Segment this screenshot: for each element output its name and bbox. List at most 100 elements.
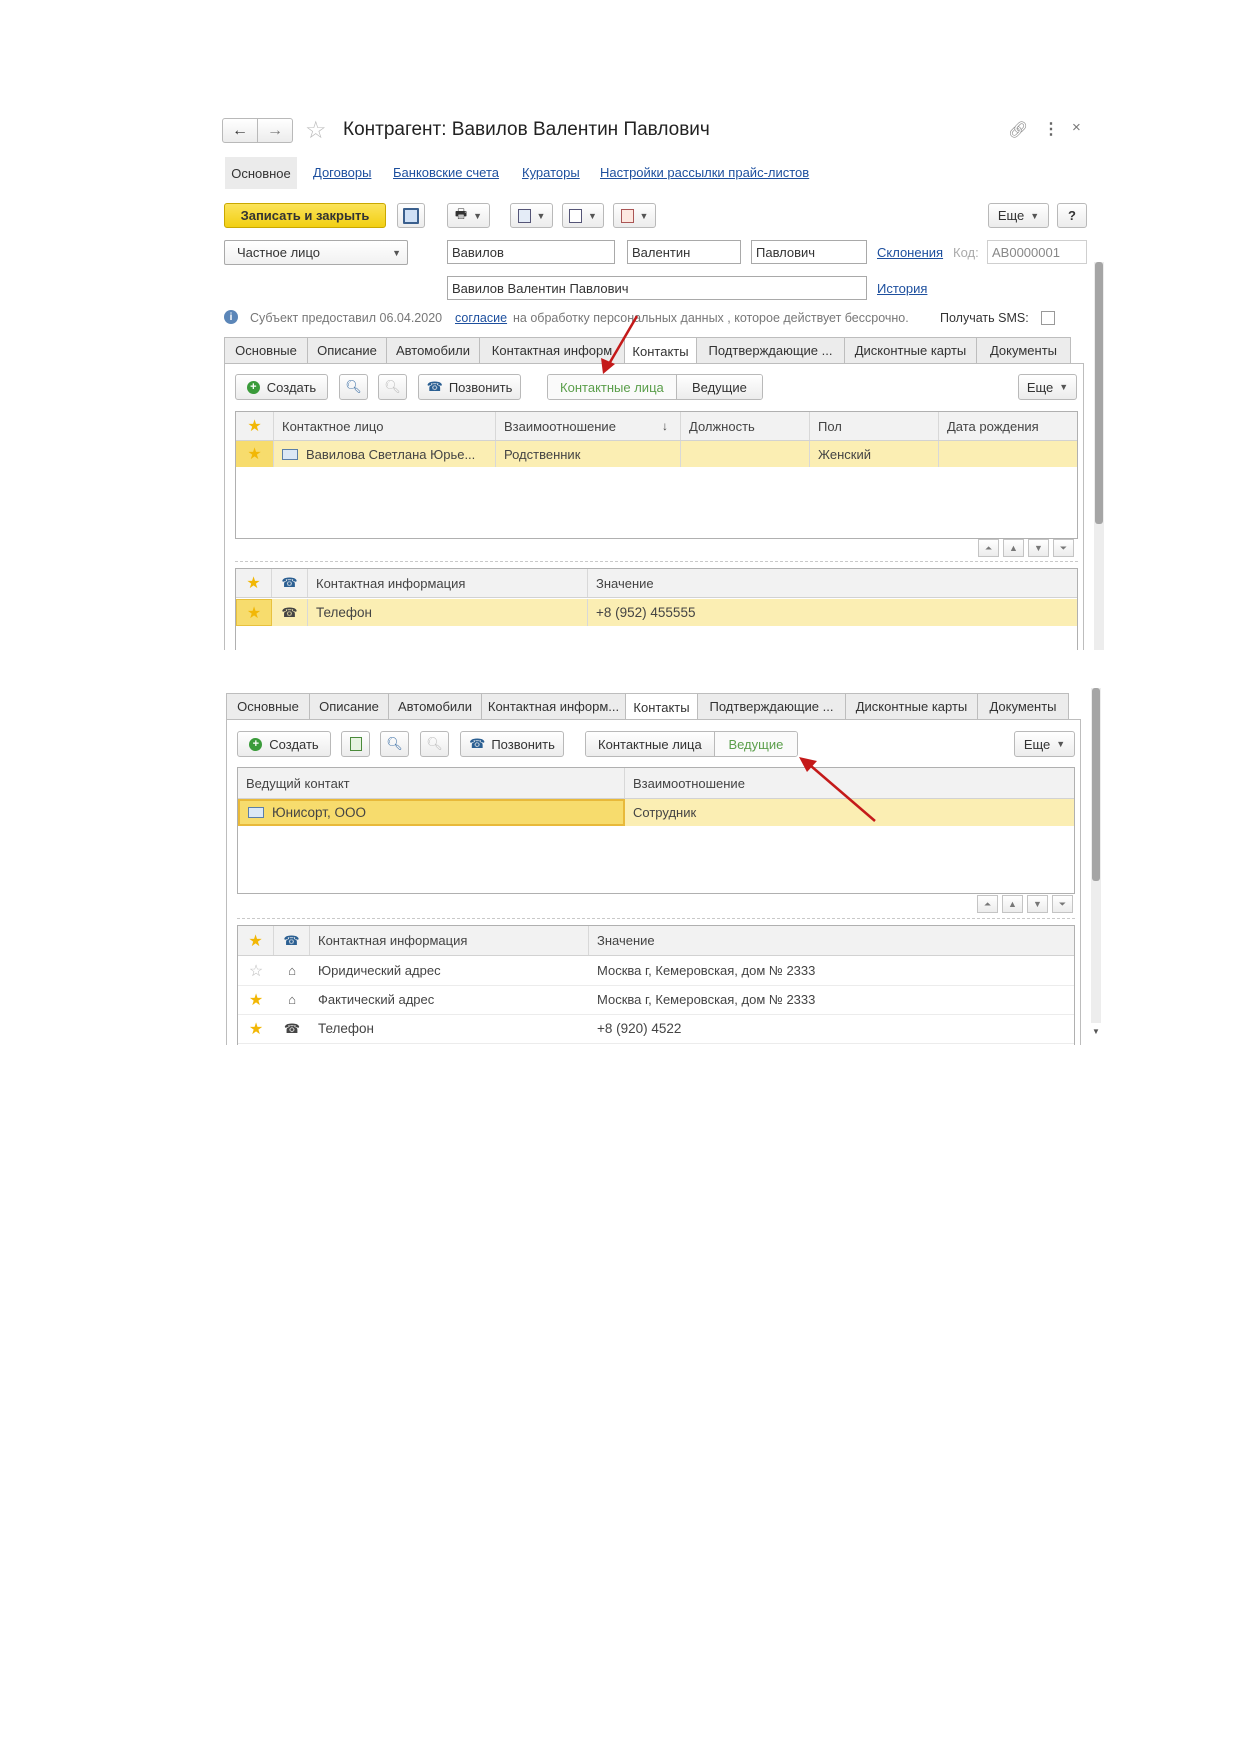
tab-cars[interactable]: Автомобили (388, 693, 482, 719)
table-row[interactable]: ★ Вавилова Светлана Юрье... Родственник … (236, 441, 1077, 467)
save-and-close-button[interactable]: Записать и закрыть (224, 203, 386, 228)
tab-main[interactable]: Основные (226, 693, 310, 719)
col-contact-person[interactable]: Контактное лицо (274, 412, 496, 440)
sort-down-icon: ↓ (662, 419, 668, 433)
copy-button[interactable] (341, 731, 370, 757)
code-field[interactable]: АВ0000001 (987, 240, 1087, 264)
nav-item-main[interactable]: Основное (225, 157, 297, 189)
more-button[interactable]: Еще ▼ (988, 203, 1049, 228)
search-button[interactable]: 🔍︎ (339, 374, 368, 400)
help-button[interactable]: ? (1057, 203, 1087, 228)
declensions-link[interactable]: Склонения (877, 245, 943, 260)
col-kind-icon: ☎ (272, 569, 308, 597)
bottom-scroll-thumb[interactable] (1092, 688, 1100, 881)
row-star[interactable]: ★ (236, 441, 274, 467)
top-scroll-thumb[interactable] (1095, 262, 1103, 524)
call-button[interactable]: ☎ Позвонить (418, 374, 521, 400)
splitter[interactable] (235, 561, 1078, 562)
col-leading-contact[interactable]: Ведущий контакт (238, 768, 625, 798)
scroll-last-button[interactable]: ⏷ (1053, 539, 1074, 557)
col-value[interactable]: Значение (589, 926, 1074, 955)
nav-link-curators[interactable]: Кураторы (522, 165, 580, 180)
tab-documents[interactable]: Документы (976, 337, 1071, 363)
row-star[interactable]: ★ (236, 599, 272, 626)
tab-main[interactable]: Основные (224, 337, 308, 363)
tab-contact-info[interactable]: Контактная информ... (481, 693, 626, 719)
contact-info-grid-bottom: ★ ☎ Контактная информация Значение ☆ ⌂ Ю… (237, 925, 1075, 1045)
search-disabled-button[interactable]: 🔍︎ (378, 374, 407, 400)
col-birth-date[interactable]: Дата рождения (939, 412, 1077, 440)
toggle-contact-persons[interactable]: Контактные лица (548, 375, 677, 399)
scroll-down-arrow-icon[interactable]: ▼ (1092, 1027, 1100, 1036)
table-row[interactable]: ☆ ⌂ Юридический адрес Москва г, Кемеровс… (238, 956, 1074, 986)
scroll-down-button[interactable]: ▼ (1028, 539, 1049, 557)
create-label: Создать (266, 379, 317, 395)
search-disabled-button[interactable]: 🔍︎ (420, 731, 449, 757)
toggle-leading[interactable]: Ведущие (714, 732, 797, 756)
contacts-more-button[interactable]: Еще ▼ (1014, 731, 1075, 757)
tab-discount-cards[interactable]: Дисконтные карты (845, 693, 978, 719)
sms-checkbox[interactable] (1041, 311, 1055, 325)
related-docs-button[interactable]: ▼ (562, 203, 604, 228)
table-row[interactable]: Юнисорт, ООО Сотрудник (238, 799, 1074, 826)
col-value[interactable]: Значение (588, 569, 1077, 597)
more-vertical-icon[interactable]: ⋮ (1043, 119, 1059, 139)
search-button[interactable]: 🔍︎ (380, 731, 409, 757)
link-icon[interactable]: 🔗︎ (1008, 120, 1028, 140)
scroll-down-button[interactable]: ▼ (1027, 895, 1048, 913)
save-button[interactable] (397, 203, 425, 228)
contacts-more-label: Еще (1026, 379, 1054, 395)
nav-link-contracts[interactable]: Договоры (313, 165, 371, 180)
table-row[interactable]: ★ ☎ Телефон +8 (952) 455555 (236, 599, 1077, 626)
tab-description[interactable]: Описание (309, 693, 389, 719)
reports-button[interactable]: ▼ (613, 203, 656, 228)
consent-link[interactable]: согласие (455, 311, 507, 325)
scroll-last-button[interactable]: ⏷ (1052, 895, 1073, 913)
forward-button[interactable]: → (257, 118, 293, 143)
last-name-field[interactable]: Вавилов (447, 240, 615, 264)
row-kind-icon: ☎ (274, 1014, 310, 1043)
tab-discount-cards[interactable]: Дисконтные карты (844, 337, 977, 363)
scroll-up-button[interactable]: ▲ (1002, 895, 1023, 913)
col-position[interactable]: Должность (681, 412, 810, 440)
create-based-on-button[interactable]: ▼ (510, 203, 553, 228)
row-star[interactable]: ★ (238, 1014, 274, 1043)
row-star[interactable]: ★ (238, 985, 274, 1014)
person-type-select[interactable]: Частное лицо ▼ (224, 240, 408, 265)
col-gender[interactable]: Пол (810, 412, 939, 440)
contacts-more-button[interactable]: Еще ▼ (1018, 374, 1077, 400)
call-button[interactable]: ☎ Позвонить (460, 731, 564, 757)
create-button[interactable]: + Создать (235, 374, 328, 400)
middle-name-field[interactable]: Павлович (751, 240, 867, 264)
table-row[interactable]: ★ ☎ Телефон +8 (920) 4522 (238, 1014, 1074, 1044)
nav-link-bank-accounts[interactable]: Банковские счета (393, 165, 499, 180)
first-name-field[interactable]: Валентин (627, 240, 741, 264)
scroll-first-button[interactable]: ⏶ (977, 895, 998, 913)
nav-link-price-mailing[interactable]: Настройки рассылки прайс-листов (600, 165, 809, 180)
toggle-leading[interactable]: Ведущие (676, 375, 762, 399)
tab-contacts[interactable]: Контакты (625, 693, 698, 720)
full-name-field[interactable]: Вавилов Валентин Павлович (447, 276, 867, 300)
table-row[interactable]: ★ ⌂ Фактический адрес Москва г, Кемеровс… (238, 985, 1074, 1015)
splitter[interactable] (237, 918, 1075, 919)
col-relation[interactable]: Взаимоотношение ↓ (496, 412, 681, 440)
print-button[interactable]: 🖶 ▼ (447, 203, 490, 228)
col-contact-info[interactable]: Контактная информация (308, 569, 588, 597)
create-button[interactable]: + Создать (237, 731, 331, 757)
tab-cars[interactable]: Автомобили (386, 337, 480, 363)
tab-confirming[interactable]: Подтверждающие ... (696, 337, 845, 363)
history-link[interactable]: История (877, 281, 927, 296)
tab-documents[interactable]: Документы (977, 693, 1069, 719)
row-star[interactable]: ☆ (238, 956, 274, 985)
back-button[interactable]: ← (222, 118, 258, 143)
cell-gender: Женский (810, 441, 939, 467)
tab-description[interactable]: Описание (307, 337, 387, 363)
favorite-star-icon[interactable]: ☆ (305, 116, 327, 145)
contact-info-grid-top: ★ ☎ Контактная информация Значение ★ ☎ Т… (235, 568, 1078, 650)
col-contact-info[interactable]: Контактная информация (310, 926, 589, 955)
tab-confirming[interactable]: Подтверждающие ... (697, 693, 846, 719)
close-icon[interactable]: × (1072, 119, 1081, 136)
toggle-contact-persons[interactable]: Контактные лица (586, 732, 715, 756)
scroll-first-button[interactable]: ⏶ (978, 539, 999, 557)
scroll-up-button[interactable]: ▲ (1003, 539, 1024, 557)
